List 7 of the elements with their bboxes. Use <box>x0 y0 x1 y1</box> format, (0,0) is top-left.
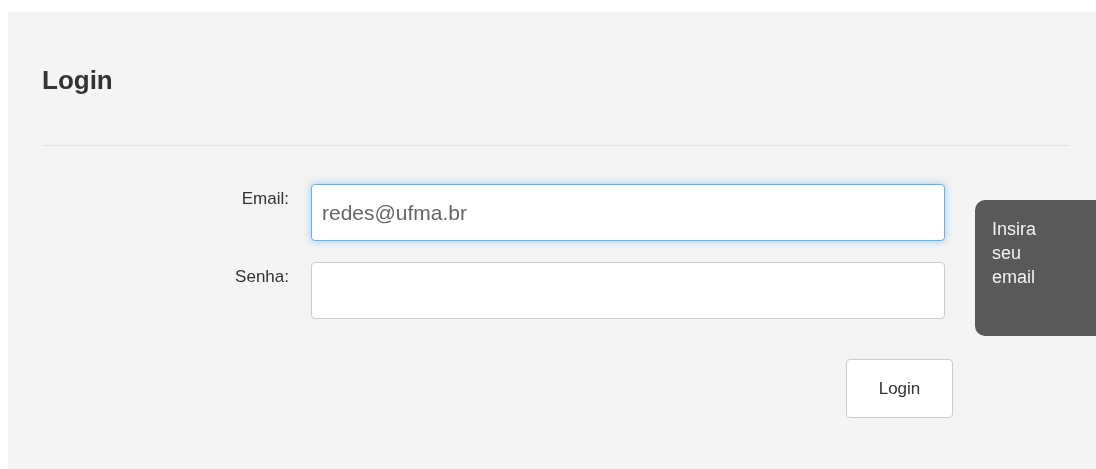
field-label: Email: <box>240 188 289 209</box>
field-label: Senha: <box>234 266 289 287</box>
input-field[interactable]: redes@ufma.br <box>311 184 945 241</box>
tooltip: Insira seu email <box>975 200 1096 336</box>
login-button[interactable]: Login <box>846 359 953 418</box>
input-field[interactable] <box>311 262 945 319</box>
page-title: Login <box>42 64 114 97</box>
